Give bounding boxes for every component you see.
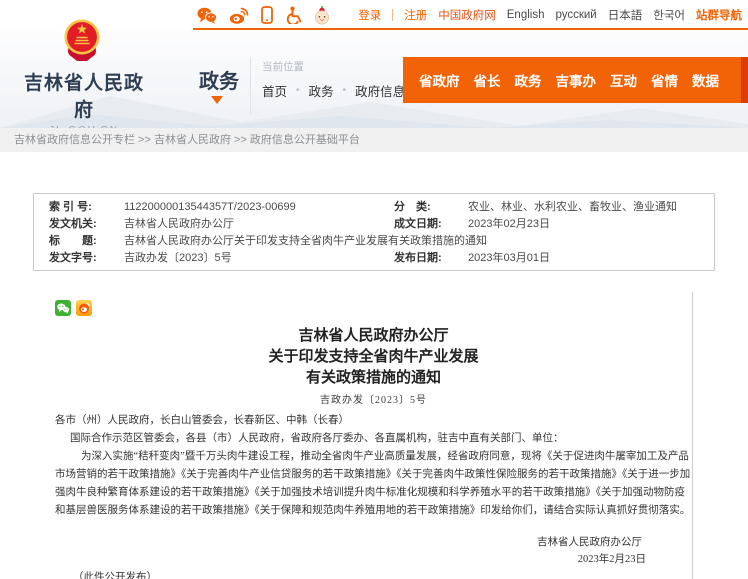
main-nav: 省政府 省长 政务 吉事办 互动 省情 数据 <box>403 57 748 103</box>
date-written-value: 2023年02月23日 <box>468 216 706 233</box>
nav-item-interaction[interactable]: 互动 <box>610 70 637 90</box>
divider <box>250 57 251 114</box>
signature-org: 吉林省人民政府办公厅 <box>55 534 692 551</box>
nav-item-province-profile[interactable]: 省情 <box>651 70 678 90</box>
register-link[interactable]: 注册 <box>404 7 427 23</box>
accessibility-icon[interactable] <box>285 6 302 24</box>
breadcrumb-separator: • <box>343 85 347 96</box>
weibo-share-icon[interactable] <box>76 300 92 316</box>
meta-row: 标 题: 吉林省人民政府办公厅关于印发支持全省肉牛产业发展有关政策措施的通知 <box>49 233 706 250</box>
document-number: 吉政办发〔2023〕5号 <box>55 391 692 406</box>
document-title-line3: 有关政策措施的通知 <box>55 368 692 389</box>
site-identity: 吉林省人民政府 JL.GOV.CN <box>22 68 146 136</box>
public-release-note: （此件公开发布） <box>55 569 692 579</box>
issuer-value: 吉林省人民政府办公厅 <box>124 216 394 233</box>
title-label: 标 题: <box>49 233 124 250</box>
info-disclosure-breadcrumb[interactable]: 吉林省政府信息公开专栏 >> 吉林省人民政府 >> 政府信息公开基础平台 <box>0 128 748 152</box>
nav-item-zhengwu[interactable]: 政务 <box>515 70 542 90</box>
category-label: 分 类: <box>394 199 468 216</box>
signature-date: 2023年2月23日 <box>55 551 692 568</box>
site-group-nav-link[interactable]: 站群导航 <box>696 7 742 23</box>
nav-item-governor[interactable]: 省长 <box>474 70 501 90</box>
category-value: 农业、林业、水利农业、畜牧业、渔业通知 <box>468 199 706 216</box>
lang-english-link[interactable]: English <box>507 9 545 21</box>
document-title-line2: 关于印发支持全省肉牛产业发展 <box>55 347 692 368</box>
document-meta-table: 索 引 号: 11220000013544357T/2023-00699 分 类… <box>33 193 715 271</box>
breadcrumb-home[interactable]: 首页 <box>262 81 287 100</box>
wechat-share-icon[interactable] <box>55 300 71 316</box>
gov-cn-link[interactable]: 中国政府网 <box>438 7 496 23</box>
date-written-label: 成文日期: <box>394 216 468 233</box>
meta-row: 索 引 号: 11220000013544357T/2023-00699 分 类… <box>49 199 706 216</box>
weibo-icon[interactable] <box>229 7 249 24</box>
lang-korean-link[interactable]: 한국어 <box>653 7 685 23</box>
lang-russian-link[interactable]: русский <box>555 9 596 21</box>
header: 吉林省人民政府 JL.GOV.CN 政务 当前位置 首页 • 政务 • 政府信息… <box>0 30 748 128</box>
nav-item-data[interactable]: 数据 <box>692 70 719 90</box>
topbar-icons <box>197 5 330 25</box>
document-title-line1: 吉林省人民政府办公厅 <box>55 326 692 347</box>
lang-japanese-link[interactable]: 日本語 <box>608 7 643 23</box>
mobile-icon[interactable] <box>261 6 273 24</box>
triangle-indicator <box>211 96 223 104</box>
date-pub-label: 发布日期: <box>394 250 468 267</box>
index-value: 11220000013544357T/2023-00699 <box>124 199 394 216</box>
login-link[interactable]: 登录 <box>358 7 381 23</box>
addressee-line2: 国际合作示范区管委会，各县（市）人民政府，省政府各厅委办、各直属机构，驻吉中直有… <box>55 430 692 448</box>
date-pub-value: 2023年03月01日 <box>468 250 706 267</box>
doc-no-label: 发文字号: <box>49 250 124 267</box>
meta-row: 发文字号: 吉政办发〔2023〕5号 发布日期: 2023年03月01日 <box>49 250 706 267</box>
topbar-links: 登录 注册 中国政府网 English русский 日本語 한국어 站群导航 <box>358 0 742 30</box>
title-value: 吉林省人民政府办公厅关于印发支持全省肉牛产业发展有关政策措施的通知 <box>124 233 706 250</box>
nav-edge-strip <box>741 57 748 103</box>
breadcrumb-separator: • <box>296 85 300 96</box>
addressee-line1: 各市（州）人民政府，长白山管委会，长春新区、中韩（长春） <box>55 412 692 430</box>
wechat-icon[interactable] <box>197 7 217 24</box>
nav-item-jishiban[interactable]: 吉事办 <box>556 70 597 90</box>
document-content: 吉林省人民政府办公厅 关于印发支持全省肉牛产业发展 有关政策措施的通知 吉政办发… <box>42 292 693 579</box>
current-position-label: 当前位置 <box>262 59 304 74</box>
breadcrumb-zhengwu[interactable]: 政务 <box>309 81 334 100</box>
topbar: 登录 注册 中国政府网 English русский 日本語 한국어 站群导航 <box>0 0 748 30</box>
section-title: 政务 <box>199 65 239 94</box>
national-emblem-logo[interactable] <box>63 17 101 69</box>
nav-item-provincial-gov[interactable]: 省政府 <box>419 70 460 90</box>
site-title[interactable]: 吉林省人民政府 <box>22 68 146 122</box>
meta-row: 发文机关: 吉林省人民政府办公厅 成文日期: 2023年02月23日 <box>49 216 706 233</box>
document-body-paragraph: 为深入实施“秸秆变肉”暨千万头肉牛建设工程，推动全省肉牛产业高质量发展，经省政府… <box>55 448 692 520</box>
share-row <box>55 300 692 316</box>
issuer-label: 发文机关: <box>49 216 124 233</box>
document-title: 吉林省人民政府办公厅 关于印发支持全省肉牛产业发展 有关政策措施的通知 <box>55 326 692 389</box>
index-label: 索 引 号: <box>49 199 124 216</box>
divider <box>392 9 393 21</box>
doc-no-value: 吉政办发〔2023〕5号 <box>124 250 394 267</box>
mascot-icon[interactable] <box>314 6 330 25</box>
page: 登录 注册 中国政府网 English русский 日本語 한국어 站群导航 <box>0 0 748 579</box>
